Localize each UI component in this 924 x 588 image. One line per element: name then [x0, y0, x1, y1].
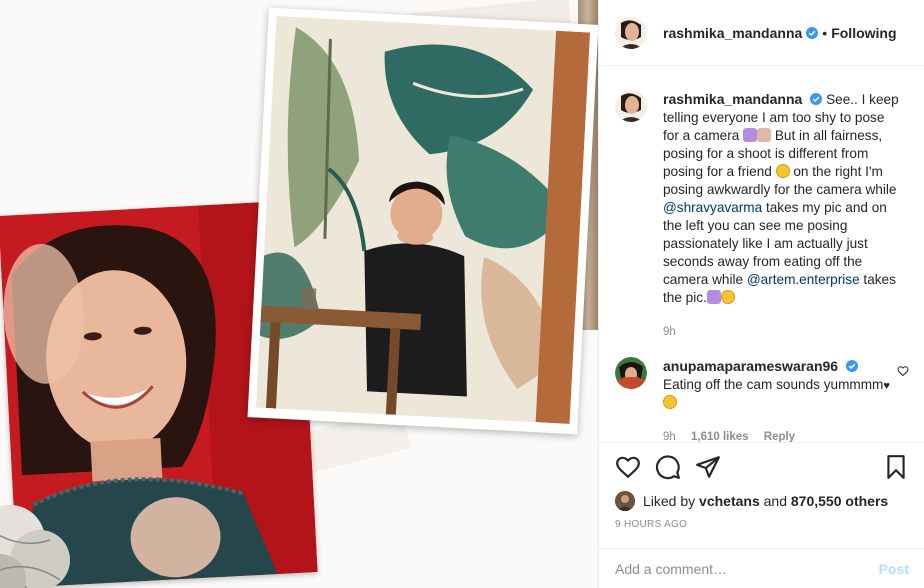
- comment-likes[interactable]: 1,610 likes: [691, 431, 749, 442]
- following-button[interactable]: Following: [831, 25, 896, 41]
- action-icons: [615, 443, 909, 491]
- avatar-icon: [615, 90, 647, 122]
- caption-username[interactable]: rashmika_mandanna: [663, 91, 802, 107]
- liked-by-user[interactable]: vchetans: [699, 493, 760, 509]
- verified-badge-icon: [846, 360, 859, 372]
- liked-by-prefix: Liked by: [643, 493, 696, 509]
- like-comment-heart-icon[interactable]: [897, 365, 909, 377]
- author-avatar[interactable]: [615, 16, 647, 49]
- commenter-avatar[interactable]: [615, 357, 647, 389]
- person-gesturing-emoji-icon: [706, 290, 721, 304]
- person-shrugging-emoji-icon: [757, 128, 772, 142]
- separator-dot: •: [822, 24, 828, 41]
- caption-meta: 9h: [663, 323, 903, 341]
- commenter-username[interactable]: anupamaparameswaran96: [663, 358, 838, 374]
- post-comment-button[interactable]: Post: [879, 561, 909, 577]
- save-bookmark-icon[interactable]: [883, 454, 909, 480]
- add-comment-bar: Post: [599, 548, 924, 588]
- comment-bubble-icon[interactable]: [655, 454, 681, 480]
- liked-by-and: and: [763, 493, 787, 509]
- avatar-icon: [615, 16, 647, 49]
- flower-decoration: [0, 505, 70, 588]
- reply-button[interactable]: Reply: [764, 431, 795, 442]
- caption-body: rashmika_mandanna See.. I keep telling e…: [663, 90, 903, 341]
- mention-link[interactable]: @shravyavarma: [663, 200, 762, 215]
- verified-badge-icon: [806, 26, 819, 39]
- mention-link[interactable]: @artem.enterprise: [747, 272, 860, 287]
- caption-avatar[interactable]: [615, 90, 647, 122]
- verified-badge-icon: [810, 93, 823, 105]
- laughing-emoji-icon: [775, 164, 790, 178]
- liker-avatar[interactable]: [615, 491, 635, 511]
- avatar-icon: [615, 357, 647, 389]
- post-image[interactable]: [0, 0, 598, 588]
- liked-by-row: Liked by vchetans and 870,550 others: [615, 491, 909, 511]
- laughing-emoji-icon: [720, 290, 735, 304]
- caption-comment: rashmika_mandanna See.. I keep telling e…: [615, 90, 909, 341]
- person-gesturing-emoji-icon: [743, 128, 758, 142]
- post-sidebar: rashmika_mandanna • Following rashmika_m: [598, 0, 924, 588]
- comment-time[interactable]: 9h: [663, 431, 676, 442]
- author-username[interactable]: rashmika_mandanna: [663, 25, 802, 41]
- photo-plant-mural: [247, 7, 598, 435]
- caption-time[interactable]: 9h: [663, 326, 676, 338]
- post-timestamp[interactable]: 9 HOURS AGO: [615, 519, 909, 530]
- liked-by-count[interactable]: 870,550 others: [791, 493, 888, 509]
- comment-meta: 9h 1,610 likes Reply: [663, 428, 903, 442]
- post-header: rashmika_mandanna • Following: [599, 0, 924, 66]
- like-heart-icon[interactable]: [615, 454, 641, 480]
- laughing-emoji-icon: [663, 395, 677, 409]
- heart-emoji: ♥: [883, 380, 890, 392]
- comment-text: Eating off the cam sounds yummmm: [663, 377, 884, 392]
- avatar-icon: [615, 491, 635, 511]
- comment-input[interactable]: [615, 560, 879, 577]
- comments-section: rashmika_mandanna See.. I keep telling e…: [599, 66, 924, 442]
- share-paper-plane-icon[interactable]: [695, 454, 721, 480]
- comment-item: anupamaparameswaran96 Eating off the cam…: [615, 357, 909, 442]
- post-actions: Liked by vchetans and 870,550 others 9 H…: [599, 442, 924, 548]
- comment-body: anupamaparameswaran96 Eating off the cam…: [663, 357, 903, 442]
- mural-illustration: [256, 16, 591, 424]
